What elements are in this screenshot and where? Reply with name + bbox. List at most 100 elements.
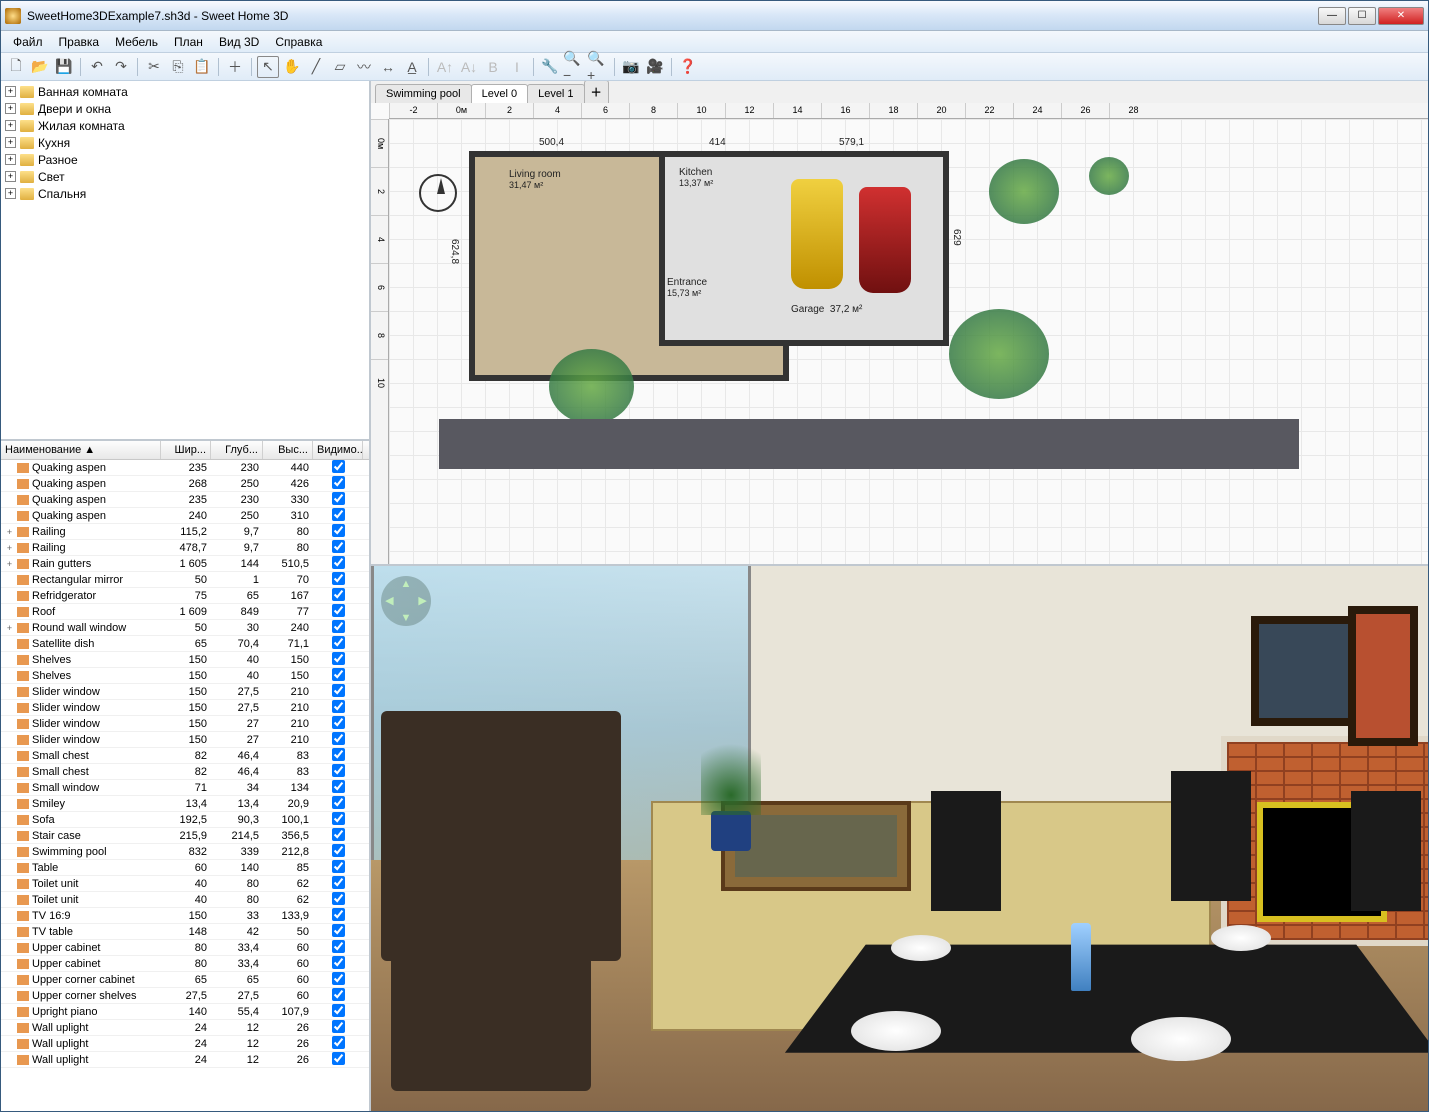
visible-checkbox[interactable] [332,732,345,745]
view-3d[interactable]: ▲ ◀▶ ▼ [371,566,1428,1111]
visible-checkbox[interactable] [332,460,345,473]
furniture-row[interactable]: TV table1484250 [1,924,369,940]
furniture-row[interactable]: Satellite dish6570,471,1 [1,636,369,652]
furniture-row[interactable]: Table6014085 [1,860,369,876]
furniture-row[interactable]: Toilet unit408062 [1,876,369,892]
maximize-button[interactable]: ☐ [1348,7,1376,25]
tree-node[interactable]: +Ванная комната [3,83,367,100]
italic-icon[interactable]: I [506,56,528,78]
furniture-row[interactable]: Quaking aspen268250426 [1,476,369,492]
visible-checkbox[interactable] [332,972,345,985]
expand-icon[interactable]: + [5,120,16,131]
furniture-row[interactable]: Small chest8246,483 [1,764,369,780]
visible-checkbox[interactable] [332,1036,345,1049]
furniture-row[interactable]: Stair case215,9214,5356,5 [1,828,369,844]
furniture-row[interactable]: Rectangular mirror50170 [1,572,369,588]
pan-tool-icon[interactable]: ✋ [281,56,303,78]
visible-checkbox[interactable] [332,668,345,681]
wall-tool-icon[interactable]: ╱ [305,56,327,78]
video-icon[interactable]: 🎥 [644,56,666,78]
furniture-row[interactable]: Shelves15040150 [1,668,369,684]
menu-plan[interactable]: План [166,33,211,51]
tab-level-1[interactable]: Level 1 [527,84,584,103]
tree-node[interactable]: +Жилая комната [3,117,367,134]
visible-checkbox[interactable] [332,684,345,697]
visible-checkbox[interactable] [332,828,345,841]
furniture-row[interactable]: Wall uplight241226 [1,1020,369,1036]
visible-checkbox[interactable] [332,812,345,825]
expand-icon[interactable]: + [5,86,16,97]
visible-checkbox[interactable] [332,892,345,905]
visible-checkbox[interactable] [332,556,345,569]
help-icon[interactable]: ❓ [677,56,699,78]
visible-checkbox[interactable] [332,876,345,889]
room-tool-icon[interactable]: ▱ [329,56,351,78]
visible-checkbox[interactable] [332,796,345,809]
visible-checkbox[interactable] [332,924,345,937]
visible-checkbox[interactable] [332,604,345,617]
catalog-tree[interactable]: +Ванная комната+Двери и окна+Жилая комна… [1,81,369,441]
furniture-row[interactable]: Upper corner cabinet656560 [1,972,369,988]
new-icon[interactable]: 🗋 [5,56,27,78]
minimize-button[interactable]: — [1318,7,1346,25]
furniture-row[interactable]: Upper cabinet8033,460 [1,940,369,956]
dimension-tool-icon[interactable]: ↔ [377,56,399,78]
visible-checkbox[interactable] [332,780,345,793]
visible-checkbox[interactable] [332,636,345,649]
furniture-row[interactable]: Smiley13,413,420,9 [1,796,369,812]
settings-icon[interactable]: 🔧 [539,56,561,78]
visible-checkbox[interactable] [332,908,345,921]
furniture-row[interactable]: Small window7134134 [1,780,369,796]
redo-icon[interactable]: ↷ [110,56,132,78]
visible-checkbox[interactable] [332,652,345,665]
visible-checkbox[interactable] [332,524,345,537]
open-icon[interactable]: 📂 [29,56,51,78]
visible-checkbox[interactable] [332,492,345,505]
undo-icon[interactable]: ↶ [86,56,108,78]
visible-checkbox[interactable] [332,844,345,857]
add-furniture-icon[interactable]: ＋ [224,56,246,78]
text-bigger-icon[interactable]: A↑ [434,56,456,78]
furniture-row[interactable]: Roof1 60984977 [1,604,369,620]
cut-icon[interactable]: ✂ [143,56,165,78]
visible-checkbox[interactable] [332,748,345,761]
visible-checkbox[interactable] [332,1020,345,1033]
tree-node[interactable]: +Спальня [3,185,367,202]
furniture-row[interactable]: +Rain gutters1 605144510,5 [1,556,369,572]
zoom-in-icon[interactable]: 🔍+ [587,56,609,78]
tree-node[interactable]: +Кухня [3,134,367,151]
furniture-row[interactable]: Small chest8246,483 [1,748,369,764]
polyline-tool-icon[interactable]: 〰 [353,56,375,78]
furniture-row[interactable]: Wall uplight241226 [1,1052,369,1068]
visible-checkbox[interactable] [332,1052,345,1065]
visible-checkbox[interactable] [332,476,345,489]
furniture-row[interactable]: Slider window15027210 [1,732,369,748]
text-tool-icon[interactable]: A̲ [401,56,423,78]
photo-icon[interactable]: 📷 [620,56,642,78]
tree-node[interactable]: +Разное [3,151,367,168]
plan-canvas[interactable]: -20м246810121416182022242628 0м246810 50… [371,103,1428,564]
furniture-row[interactable]: +Round wall window5030240 [1,620,369,636]
paste-icon[interactable]: 📋 [191,56,213,78]
furniture-row[interactable]: Upright piano14055,4107,9 [1,1004,369,1020]
furniture-row[interactable]: Toilet unit408062 [1,892,369,908]
furniture-row[interactable]: Slider window15027,5210 [1,684,369,700]
furniture-row[interactable]: Slider window15027210 [1,716,369,732]
titlebar[interactable]: SweetHome3DExample7.sh3d - Sweet Home 3D… [1,1,1428,31]
col-visible[interactable]: Видимо... [313,441,363,459]
visible-checkbox[interactable] [332,764,345,777]
bold-icon[interactable]: B [482,56,504,78]
furniture-row[interactable]: Sofa192,590,3100,1 [1,812,369,828]
col-width[interactable]: Шир... [161,441,211,459]
zoom-out-icon[interactable]: 🔍− [563,56,585,78]
close-button[interactable]: ✕ [1378,7,1424,25]
furniture-row[interactable]: Upper cabinet8033,460 [1,956,369,972]
expand-icon[interactable]: + [5,171,16,182]
text-smaller-icon[interactable]: A↓ [458,56,480,78]
visible-checkbox[interactable] [332,940,345,953]
furniture-row[interactable]: Slider window15027,5210 [1,700,369,716]
menu-help[interactable]: Справка [267,33,330,51]
save-icon[interactable]: 💾 [53,56,75,78]
furniture-row[interactable]: Swimming pool832339212,8 [1,844,369,860]
menu-3dview[interactable]: Вид 3D [211,33,267,51]
